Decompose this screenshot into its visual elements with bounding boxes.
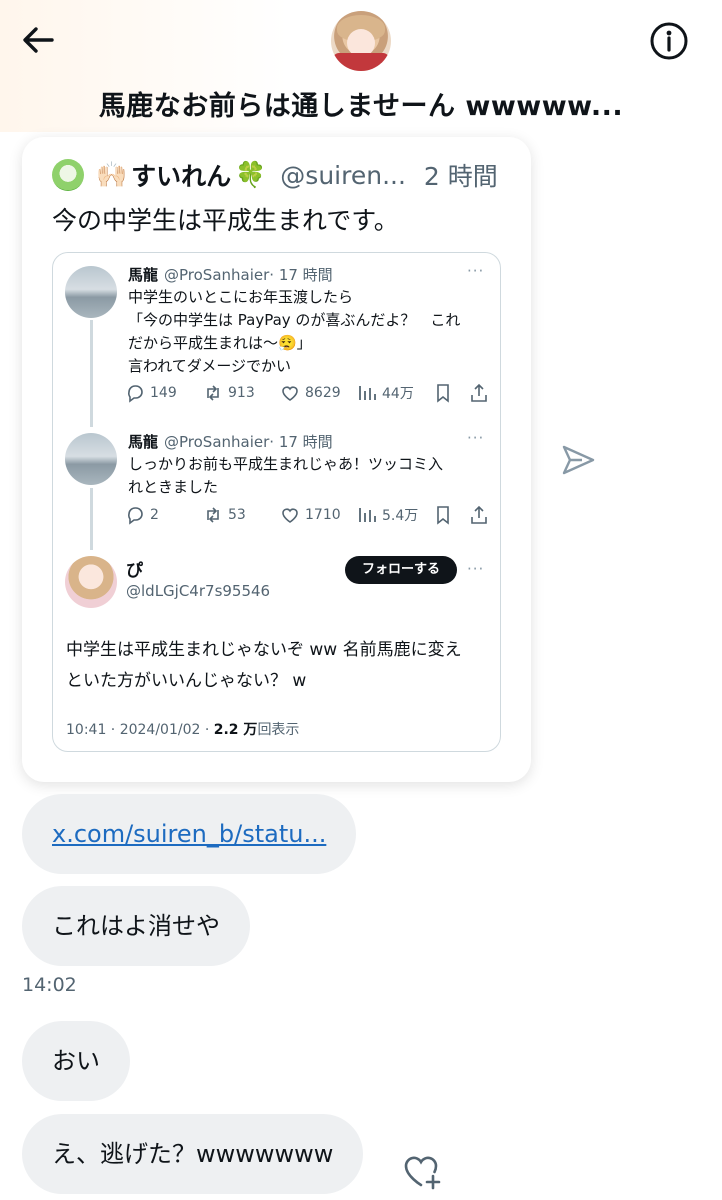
views-stat: 5.4万 [357,505,418,525]
quoted-author-handle: @ldLGjC4r7s95546 [126,582,271,600]
shared-tweet-card[interactable]: 🙌🏻 すいれん 🍀 @suiren... 2 時間 今の中学生は平成生まれです。… [22,137,531,782]
analytics-icon [359,386,376,400]
reply-icon [128,507,143,525]
retweet-stat: 53 [203,505,246,525]
views-stat: 44万 [357,383,414,403]
retweet-stat: 913 [203,383,255,403]
message-bubble[interactable]: おい [22,1021,130,1101]
share-icon [469,505,494,525]
thread-line [90,320,93,427]
heart-icon [282,386,298,401]
like-stat: 8629 [280,383,341,403]
bookmark-icon [433,505,458,525]
quoted-avatar [65,433,117,485]
tweet-author-handle: @suiren... [280,160,406,190]
retweet-icon [207,385,219,401]
message-bubble[interactable]: x.com/suiren_b/statu... [22,794,357,874]
quoted-actions: 2 53 1710 5.4万 [125,505,490,527]
chat-title: 馬鹿なお前らは通しませーん wwwww... [98,91,624,122]
send-icon[interactable] [560,443,596,477]
more-icon: ··· [467,262,485,280]
analytics-icon [359,508,376,522]
quoted-author-handle: @ProSanhaier· 17 時間 [164,433,333,451]
message-timestamp: 14:02 [22,974,77,996]
main-post-meta: 10:41 · 2024/01/02 · 2.2 万回表示 [66,722,300,738]
heart-icon [282,508,298,523]
quoted-author-handle: @ProSanhaier· 17 時間 [164,266,333,284]
reply-stat: 149 [125,383,177,403]
avatar[interactable] [331,11,391,71]
bookmark-icon [433,383,458,403]
thread-line [90,488,93,550]
reply-icon [128,385,143,403]
tweet-header: 🙌🏻 すいれん 🍀 @suiren... 2 時間 [52,157,522,193]
tweet-author-name[interactable]: すいれん [131,157,231,193]
heart-plus-icon[interactable] [402,1154,444,1190]
retweet-icon [207,507,219,523]
chat-header: 馬鹿なお前らは通しませーん wwwww... [0,0,722,132]
tweet-author-emoji: 🙌🏻 [96,160,128,189]
more-icon: ··· [467,560,485,578]
quoted-body: しっかりお前も平成生まれじゃあ！ツッコミ入 れときました [128,455,444,496]
main-post-body: 中学生は平成生まれじゃないぞ ww 名前馬鹿に変え といた方がいいんじゃない？ … [66,640,462,691]
quoted-body: 中学生のいとこにお年玉渡したら 「今の中学生は PayPay のが喜ぶんだよ？ … [128,288,461,375]
quoted-author-name: ぴ [126,561,143,581]
reply-stat: 2 [125,505,159,525]
message-bubble[interactable]: え、逃げた？wwwwwww [22,1114,364,1194]
quoted-tweet-screenshot: 馬龍 @ProSanhaier· 17 時間 ··· 中学生のいとこにお年玉渡し… [52,252,501,752]
tweet-author-avatar[interactable] [52,159,84,191]
info-icon[interactable] [648,20,690,62]
more-icon: ··· [467,429,485,447]
arrow-left-icon[interactable] [18,20,58,60]
follow-button: フォローする [345,556,457,584]
message-bubble[interactable]: これはよ消せや [22,886,250,966]
like-stat: 1710 [280,505,341,525]
quoted-author-name: 馬龍 [128,266,159,284]
tweet-time: 2 時間 [423,162,498,191]
message-link[interactable]: x.com/suiren_b/statu... [52,820,326,848]
quoted-avatar [65,266,117,318]
quoted-avatar [65,556,117,608]
quoted-actions: 149 913 8629 44万 [125,383,490,405]
tweet-author-name-emoji: 🍀 [235,160,267,189]
share-icon [469,383,494,403]
tweet-text: 今の中学生は平成生まれです。 [52,206,399,235]
quoted-author-name: 馬龍 [128,433,159,451]
